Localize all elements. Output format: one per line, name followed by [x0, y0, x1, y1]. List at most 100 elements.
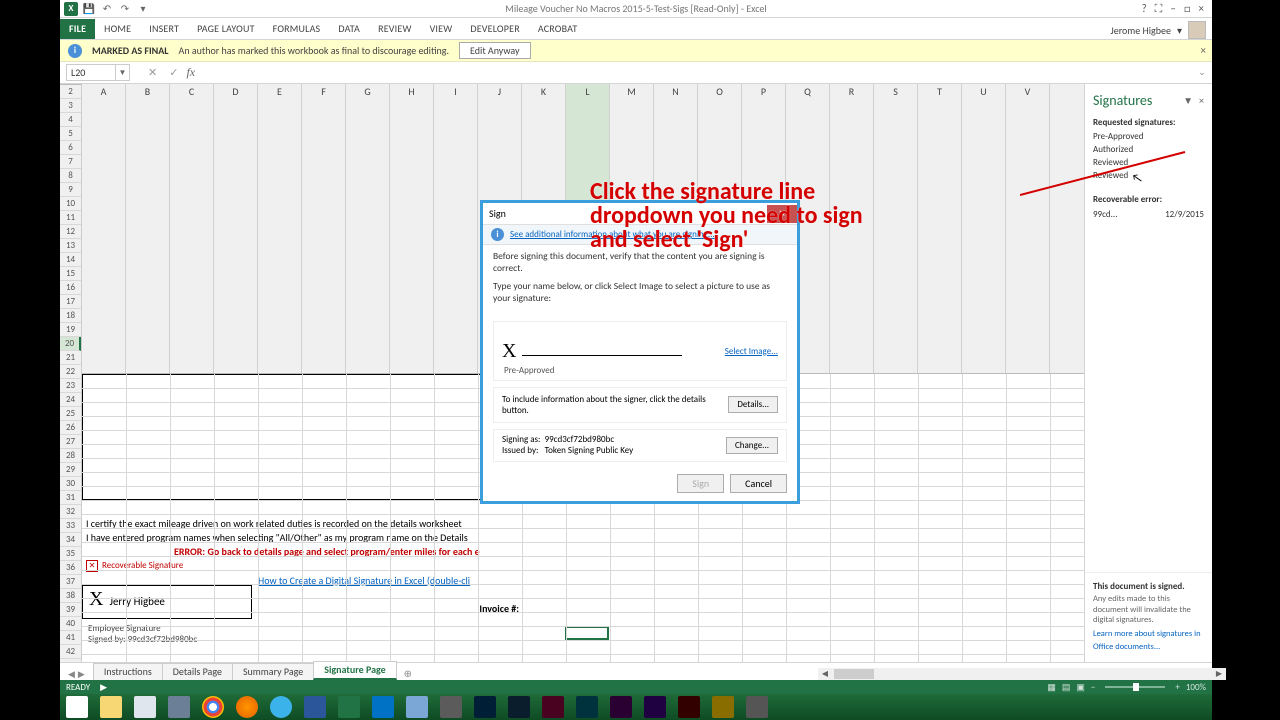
row-header-37[interactable]: 37	[60, 575, 81, 589]
ribbon-tab-developer[interactable]: DEVELOPER	[461, 19, 528, 39]
ribbon-tab-home[interactable]: HOME	[95, 19, 140, 39]
zoom-out-icon[interactable]: −	[1091, 682, 1095, 693]
row-header-36[interactable]: 36	[60, 561, 81, 575]
row-header-27[interactable]: 27	[60, 435, 81, 449]
qat-redo-icon[interactable]: ↷	[118, 2, 132, 16]
row-header-32[interactable]: 32	[60, 505, 81, 519]
col-header-E[interactable]: E	[258, 84, 302, 373]
taskbar-outlook-icon[interactable]	[366, 694, 400, 720]
sheet-tab-signature[interactable]: Signature Page	[313, 661, 396, 680]
view-page-break-icon[interactable]: ▣	[1076, 682, 1085, 693]
row-header-16[interactable]: 16	[60, 281, 81, 295]
new-sheet-button[interactable]: ⊕	[396, 667, 420, 680]
row-header-17[interactable]: 17	[60, 295, 81, 309]
row-header-39[interactable]: 39	[60, 603, 81, 617]
hscroll-left-icon[interactable]: ◀	[818, 668, 832, 680]
horizontal-scrollbar[interactable]: ◀ ▶	[832, 668, 1212, 680]
taskbar-file-explorer-icon[interactable]	[94, 694, 128, 720]
signature-employee[interactable]: XJerry Higbee	[82, 585, 252, 619]
col-header-V[interactable]: V	[1006, 84, 1050, 373]
row-header-20[interactable]: 20	[60, 337, 81, 351]
taskbar-word-icon[interactable]	[298, 694, 332, 720]
message-bar-close-icon[interactable]: ×	[1201, 44, 1206, 57]
name-box-dropdown-icon[interactable]: ▼	[115, 65, 129, 80]
recov-id[interactable]: 99cd...	[1093, 209, 1117, 220]
qat-undo-icon[interactable]: ↶	[100, 2, 114, 16]
qat-save-icon[interactable]: 💾	[82, 2, 96, 16]
row-header-2[interactable]: 2	[60, 85, 81, 99]
taskbar-ae-icon[interactable]	[638, 694, 672, 720]
col-header-S[interactable]: S	[874, 84, 918, 373]
windows-taskbar[interactable]	[60, 694, 1212, 720]
row-header-21[interactable]: 21	[60, 351, 81, 365]
taskbar-app2-icon[interactable]	[434, 694, 468, 720]
row-header-11[interactable]: 11	[60, 211, 81, 225]
howto-link[interactable]: How to Create a Digital Signature in Exc…	[258, 574, 470, 587]
formula-bar-expand-icon[interactable]: ⌄	[1196, 67, 1212, 78]
requested-item-0[interactable]: Pre-Approved	[1085, 130, 1212, 143]
taskbar-ps-icon[interactable]	[468, 694, 502, 720]
help-button[interactable]: ?	[1142, 2, 1147, 16]
selected-cell[interactable]	[565, 626, 609, 640]
row-header-34[interactable]: 34	[60, 533, 81, 547]
account-avatar[interactable]	[1188, 21, 1206, 39]
zoom-in-icon[interactable]: +	[1175, 682, 1179, 693]
taskbar-ie-icon[interactable]	[264, 694, 298, 720]
details-button[interactable]: Details...	[728, 396, 778, 413]
ribbon-tab-formulas[interactable]: FORMULAS	[264, 19, 330, 39]
sheet-tab-summary[interactable]: Summary Page	[232, 663, 314, 680]
taskbar-notepad-icon[interactable]	[128, 694, 162, 720]
taskbar-app4-icon[interactable]	[740, 694, 774, 720]
row-header-4[interactable]: 4	[60, 113, 81, 127]
row-header-8[interactable]: 8	[60, 169, 81, 183]
pane-options-icon[interactable]: ▼	[1183, 94, 1193, 107]
row-header-23[interactable]: 23	[60, 379, 81, 393]
row-header-40[interactable]: 40	[60, 617, 81, 631]
tray-icon[interactable]	[1168, 698, 1186, 716]
ribbon-tab-page-layout[interactable]: PAGE LAYOUT	[188, 19, 264, 39]
sheet-tab-details[interactable]: Details Page	[162, 663, 233, 680]
row-header-15[interactable]: 15	[60, 267, 81, 281]
select-image-link[interactable]: Select Image...	[725, 346, 778, 357]
col-header-B[interactable]: B	[126, 84, 170, 373]
account-user-name[interactable]: Jerome Higbee	[1111, 24, 1171, 37]
formula-input[interactable]	[199, 64, 1196, 81]
ribbon-options-button[interactable]: ⛶	[1155, 2, 1163, 16]
col-header-T[interactable]: T	[918, 84, 962, 373]
tray-icon[interactable]	[1190, 698, 1208, 716]
ribbon-tab-file[interactable]: FILE	[60, 19, 95, 39]
ribbon-tab-insert[interactable]: INSERT	[140, 19, 188, 39]
cancel-formula-icon[interactable]: ✕	[148, 66, 157, 79]
ribbon-tab-acrobat[interactable]: ACROBAT	[529, 19, 587, 39]
maximize-button[interactable]: □	[1184, 2, 1191, 16]
tray-icon[interactable]	[1146, 698, 1164, 716]
ribbon-tab-data[interactable]: DATA	[329, 19, 369, 39]
taskbar-au-icon[interactable]	[570, 694, 604, 720]
row-header-5[interactable]: 5	[60, 127, 81, 141]
signature-name-input[interactable]	[522, 340, 682, 356]
taskbar-app-icon[interactable]	[162, 694, 196, 720]
row-header-3[interactable]: 3	[60, 99, 81, 113]
learn-more-link[interactable]: Learn more about signatures in Office do…	[1093, 629, 1201, 652]
row-header-33[interactable]: 33	[60, 519, 81, 533]
taskbar-id-icon[interactable]	[536, 694, 570, 720]
macro-record-icon[interactable]: ▶	[100, 682, 107, 693]
row-header-24[interactable]: 24	[60, 393, 81, 407]
taskbar-lc-icon[interactable]	[400, 694, 434, 720]
col-header-F[interactable]: F	[302, 84, 346, 373]
col-header-G[interactable]: G	[346, 84, 390, 373]
col-header-D[interactable]: D	[214, 84, 258, 373]
close-button[interactable]: ×	[1199, 2, 1204, 16]
taskbar-excel-icon[interactable]	[332, 694, 366, 720]
cancel-button[interactable]: Cancel	[730, 474, 787, 493]
taskbar-firefox-icon[interactable]	[230, 694, 264, 720]
enter-formula-icon[interactable]: ✓	[169, 66, 178, 79]
change-button[interactable]: Change...	[726, 437, 778, 454]
row-header-9[interactable]: 9	[60, 183, 81, 197]
row-header-29[interactable]: 29	[60, 463, 81, 477]
col-header-C[interactable]: C	[170, 84, 214, 373]
row-header-14[interactable]: 14	[60, 253, 81, 267]
zoom-slider[interactable]	[1105, 686, 1165, 688]
taskbar-chrome-icon[interactable]	[196, 694, 230, 720]
sign-button[interactable]: Sign	[677, 474, 724, 493]
